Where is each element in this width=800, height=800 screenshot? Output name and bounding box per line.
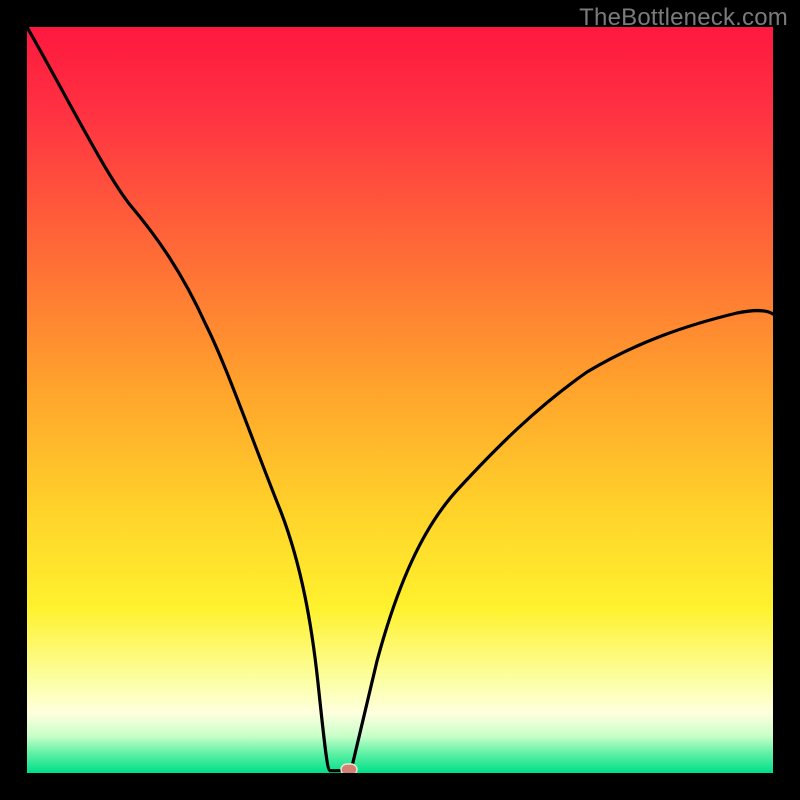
chart-svg: [27, 27, 773, 773]
optimal-point-marker: [341, 764, 357, 773]
plot-area: [27, 27, 773, 773]
outer-black-frame: TheBottleneck.com: [0, 0, 800, 800]
gradient-background: [27, 27, 773, 773]
